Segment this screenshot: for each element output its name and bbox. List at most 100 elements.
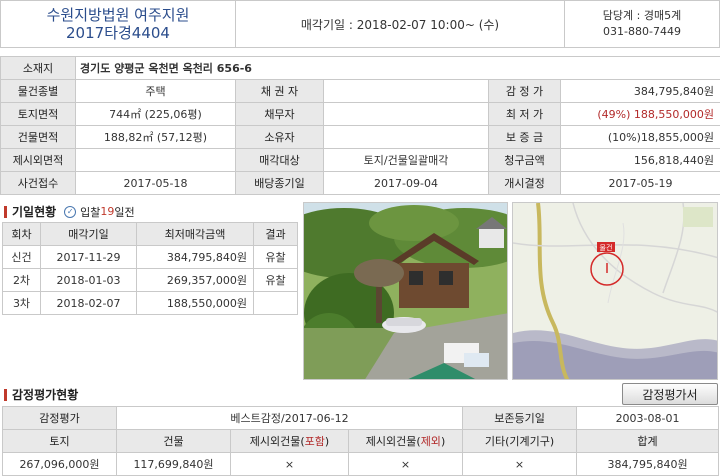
extra-excluded-header: 제시외건물(제외) — [347, 429, 464, 453]
dept-name: 담당계 : 경매5계 — [602, 9, 682, 22]
badge-days: 19 — [100, 205, 115, 218]
start-value: 2017-05-19 — [560, 171, 720, 195]
machinery-header: 기타(기계기구) — [462, 429, 578, 453]
type-value: 주택 — [75, 79, 236, 103]
case-header: 수원지방법원 여주지원 2017타경4404 매각기일 : 2018-02-07… — [0, 0, 720, 48]
history-header: 매각기일 — [40, 222, 137, 246]
machinery-amount: × — [462, 452, 578, 476]
appraisal-title-text: 감정평가현황 — [12, 388, 79, 402]
land-value: 744㎡ (225,06평) — [75, 102, 236, 126]
check-icon: ✓ — [64, 205, 77, 218]
table-row: 267,096,000원 117,699,840원 × × × 384,795,… — [2, 452, 720, 476]
dept-phone: 031-880-7449 — [603, 25, 681, 38]
type-label: 물건종별 — [0, 79, 76, 103]
sale-date-cell: 2018-02-07 — [40, 291, 137, 315]
excluded-value — [75, 148, 236, 172]
dept-block: 담당계 : 경매5계 031-880-7449 — [564, 1, 719, 47]
appraiser-value: 베스트감정/2017-06-12 — [115, 406, 464, 430]
history-header: 결과 — [253, 222, 298, 246]
result-cell — [253, 291, 298, 315]
section-marker — [4, 388, 7, 401]
extra-included-amount: × — [230, 452, 349, 476]
badge-pre: 입찰 — [80, 205, 101, 219]
map-marker-label: 물건 — [600, 243, 613, 252]
land-header: 토지 — [2, 429, 117, 453]
sale-date-cell: 2018-01-03 — [40, 268, 137, 292]
dividend-value: 2017-09-04 — [323, 171, 489, 195]
table-row: 3차 2018-02-07 188,550,000원 — [2, 291, 298, 315]
result-cell: 유찰 — [253, 245, 298, 269]
total-header: 합계 — [576, 429, 720, 453]
appraisal-title: 감정평가현황 — [4, 386, 78, 403]
debtor-label: 채무자 — [235, 102, 324, 126]
received-value: 2017-05-18 — [75, 171, 236, 195]
result-cell: 유찰 — [253, 268, 298, 292]
debtor-value — [323, 102, 489, 126]
excluded-label: 제시외면적 — [0, 148, 76, 172]
section-marker — [4, 205, 7, 218]
table-row: 2차 2018-01-03 269,357,000원 유찰 — [2, 268, 298, 292]
sale-date: 매각기일 : 2018-02-07 10:00~ (수) — [300, 17, 500, 32]
claim-value: 156,818,440원 — [560, 148, 720, 172]
badge-post: 일전 — [114, 205, 135, 219]
min-price-cell: 188,550,000원 — [136, 291, 254, 315]
target-value: 토지/건물일괄매각 — [323, 148, 489, 172]
property-photo[interactable] — [303, 202, 508, 380]
building-label: 건물면적 — [0, 125, 76, 149]
history-title-text: 기일현황 — [12, 205, 57, 219]
owner-value — [323, 125, 489, 149]
target-label: 매각대상 — [235, 148, 324, 172]
sale-date-cell: 2017-11-29 — [40, 245, 137, 269]
owner-label: 소유자 — [235, 125, 324, 149]
extra-included-header: 제시외건물(포함) — [230, 429, 349, 453]
claim-label: 청구금액 — [488, 148, 561, 172]
court-block: 수원지방법원 여주지원 2017타경4404 — [1, 1, 236, 47]
location-label: 소재지 — [0, 56, 76, 80]
appraisal-label: 감 정 가 — [488, 79, 561, 103]
appraisal-table: 감정평가 베스트감정/2017-06-12 보존등기일 2003-08-01 토… — [2, 406, 720, 476]
min-price-cell: 384,795,840원 — [136, 245, 254, 269]
creditor-value — [323, 79, 489, 103]
extra-excluded-amount: × — [347, 452, 464, 476]
case-number: 2017타경4404 — [66, 24, 170, 42]
deposit-value: (10%)18,855,000원 — [560, 125, 720, 149]
court-name: 수원지방법원 여주지원 — [46, 6, 190, 24]
deposit-label: 보 증 금 — [488, 125, 561, 149]
min-price-cell: 269,357,000원 — [136, 268, 254, 292]
history-table: 회차 매각기일 최저매각금액 결과 신건 2017-11-29 384,795,… — [2, 222, 298, 315]
min-price-value: (49%) 188,550,000원 — [560, 102, 720, 126]
registry-date-value: 2003-08-01 — [576, 406, 720, 430]
bid-countdown-badge: ✓ 입찰 19 일전 — [64, 204, 135, 220]
round: 3차 — [2, 291, 41, 315]
building-amount: 117,699,840원 — [116, 452, 231, 476]
received-label: 사건접수 — [0, 171, 76, 195]
header-highlight: 포함 — [304, 435, 325, 448]
dividend-label: 배당종기일 — [235, 171, 324, 195]
history-header: 최저매각금액 — [136, 222, 254, 246]
building-value: 188,82㎡ (57,12평) — [75, 125, 236, 149]
land-label: 토지면적 — [0, 102, 76, 126]
registry-date-label: 보존등기일 — [462, 406, 578, 430]
appraisal-value: 384,795,840원 — [560, 79, 720, 103]
history-title: 기일현황 ✓ 입찰 19 일전 — [4, 203, 135, 220]
land-amount: 267,096,000원 — [2, 452, 117, 476]
header-text: ) — [440, 435, 446, 448]
map-illustration: 물건 — [513, 203, 717, 379]
table-row: 신건 2017-11-29 384,795,840원 유찰 — [2, 245, 298, 269]
house-photo-illustration — [304, 203, 507, 379]
creditor-label: 채 권 자 — [235, 79, 324, 103]
header-text: ) — [324, 435, 330, 448]
round: 2차 — [2, 268, 41, 292]
round: 신건 — [2, 245, 41, 269]
header-text: 제시외건물( — [249, 435, 305, 448]
history-header: 회차 — [2, 222, 41, 246]
header-text: 제시외건물( — [365, 435, 421, 448]
building-header: 건물 — [116, 429, 231, 453]
case-info-table: 소재지 경기도 양평군 옥천면 옥천리 656-6 물건종별 주택 채 권 자 … — [0, 56, 720, 195]
location-map[interactable]: 물건 — [512, 202, 718, 380]
appraiser-label: 감정평가 — [2, 406, 117, 430]
location-value: 경기도 양평군 옥천면 옥천리 656-6 — [75, 56, 720, 80]
appraisal-report-button[interactable]: 감정평가서 — [622, 383, 718, 405]
start-label: 개시결정 — [488, 171, 561, 195]
min-price-label: 최 저 가 — [488, 102, 561, 126]
